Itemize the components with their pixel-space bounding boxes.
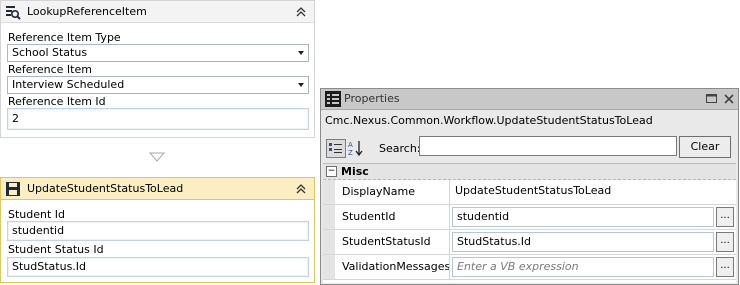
column-divider[interactable] bbox=[449, 180, 450, 204]
collapse-category-icon[interactable]: − bbox=[326, 166, 337, 177]
selected-type-name: Cmc.Nexus.Common.Workflow.UpdateStudentS… bbox=[325, 114, 653, 127]
activity-update-student-status[interactable]: UpdateStudentStatusToLead Student Id stu… bbox=[0, 177, 315, 283]
flow-arrow-icon bbox=[148, 152, 166, 162]
activity-header[interactable]: UpdateStudentStatusToLead bbox=[1, 178, 314, 200]
property-value-input[interactable]: StudStatus.Id bbox=[452, 232, 714, 252]
expression-editor-button[interactable]: ... bbox=[716, 257, 734, 277]
properties-grid-icon bbox=[325, 91, 341, 107]
expression-editor-button[interactable]: ... bbox=[716, 207, 734, 227]
svg-text:A: A bbox=[348, 141, 353, 149]
categorize-icon[interactable] bbox=[326, 139, 346, 158]
activity-header[interactable]: LookupReferenceItem bbox=[1, 1, 314, 23]
field-label-reference-item-id: Reference Item Id bbox=[8, 95, 106, 108]
property-name: DisplayName bbox=[342, 185, 415, 198]
collapse-chevron-icon[interactable] bbox=[293, 4, 309, 20]
category-row-misc[interactable]: − Misc bbox=[323, 164, 736, 180]
input-value: 2 bbox=[12, 112, 19, 125]
properties-title-bar[interactable]: Properties bbox=[321, 89, 738, 110]
category-label: Misc bbox=[341, 165, 369, 178]
dropdown-arrow-icon bbox=[298, 83, 304, 87]
property-name: ValidationMessages bbox=[342, 260, 451, 273]
dropdown-arrow-icon bbox=[298, 51, 304, 55]
row-gutter bbox=[323, 180, 335, 204]
property-grid: − Misc DisplayName UpdateStudentStatusTo… bbox=[323, 163, 736, 283]
property-name: StudentStatusId bbox=[342, 235, 431, 248]
column-divider[interactable] bbox=[449, 230, 450, 254]
field-label-reference-item-type: Reference Item Type bbox=[8, 31, 121, 44]
input-value: studentid bbox=[12, 224, 65, 237]
sort-alphabetical-icon[interactable]: A Z bbox=[347, 139, 365, 157]
activity-title: LookupReferenceItem bbox=[27, 5, 147, 18]
property-row-studentstatusid[interactable]: StudentStatusId StudStatus.Id ... bbox=[323, 230, 736, 255]
dropdown-value: School Status bbox=[12, 46, 88, 59]
property-name: StudentId bbox=[342, 210, 396, 223]
row-gutter bbox=[323, 255, 335, 279]
lookup-icon bbox=[5, 4, 21, 20]
student-id-input[interactable]: studentid bbox=[7, 221, 309, 241]
property-value-input[interactable]: studentid bbox=[452, 207, 714, 227]
svg-text:Z: Z bbox=[348, 149, 353, 157]
input-value: StudStatus.Id bbox=[12, 260, 87, 273]
collapse-chevron-icon[interactable] bbox=[293, 181, 309, 197]
search-label: Search: bbox=[379, 142, 421, 155]
property-value[interactable]: UpdateStudentStatusToLead bbox=[455, 184, 611, 197]
close-icon[interactable] bbox=[722, 92, 735, 105]
reference-item-dropdown[interactable]: Interview Scheduled bbox=[7, 76, 309, 94]
activity-title: UpdateStudentStatusToLead bbox=[27, 182, 184, 195]
properties-title: Properties bbox=[344, 92, 400, 105]
properties-panel: Properties Cmc.Nexus.Common.Workflow.Upd… bbox=[320, 88, 739, 285]
column-divider[interactable] bbox=[449, 255, 450, 279]
property-value-input[interactable]: Enter a VB expression bbox=[452, 257, 714, 277]
field-label-reference-item: Reference Item bbox=[8, 63, 92, 76]
properties-toolbar: A Z Search: Clear bbox=[321, 133, 738, 161]
activity-lookup-reference-item[interactable]: LookupReferenceItem Reference Item Type … bbox=[0, 0, 315, 138]
save-icon bbox=[5, 181, 21, 197]
property-row-studentid[interactable]: StudentId studentid ... bbox=[323, 205, 736, 230]
expression-editor-button[interactable]: ... bbox=[716, 232, 734, 252]
property-row-validationmessages[interactable]: ValidationMessages Enter a VB expression… bbox=[323, 255, 736, 280]
column-divider[interactable] bbox=[449, 205, 450, 229]
field-label-student-status-id: Student Status Id bbox=[8, 243, 104, 256]
student-status-id-input[interactable]: StudStatus.Id bbox=[7, 257, 309, 277]
row-gutter bbox=[323, 205, 335, 229]
dropdown-value: Interview Scheduled bbox=[12, 78, 125, 91]
clear-button[interactable]: Clear bbox=[679, 136, 731, 158]
row-gutter bbox=[323, 230, 335, 254]
maximize-icon[interactable] bbox=[705, 92, 718, 105]
field-label-student-id: Student Id bbox=[8, 208, 66, 221]
reference-item-type-dropdown[interactable]: School Status bbox=[7, 44, 309, 62]
reference-item-id-input[interactable]: 2 bbox=[7, 108, 309, 130]
property-row-displayname[interactable]: DisplayName UpdateStudentStatusToLead bbox=[323, 180, 736, 205]
search-input[interactable] bbox=[419, 136, 677, 156]
